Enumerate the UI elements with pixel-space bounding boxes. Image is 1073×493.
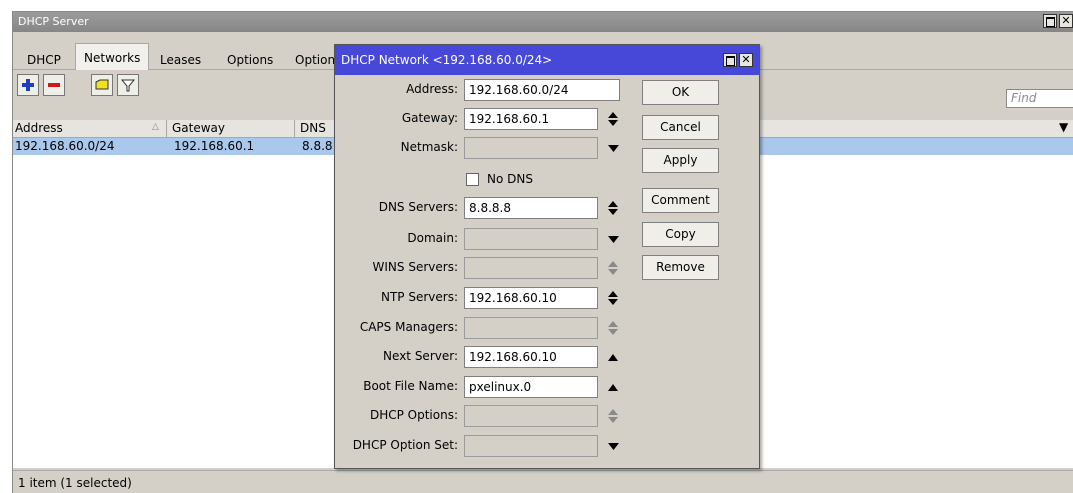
boot-file-name-label: Boot File Name: bbox=[363, 379, 458, 393]
no-dns-checkbox[interactable] bbox=[466, 173, 479, 186]
dialog-titlebar[interactable]: DHCP Network <192.168.60.0/24> ✕ bbox=[335, 45, 759, 75]
caps-managers-field[interactable] bbox=[464, 317, 598, 339]
window-titlebar[interactable]: DHCP Server ✕ bbox=[13, 12, 1073, 32]
dns-servers-updown-icon[interactable] bbox=[607, 201, 619, 215]
sort-icon: △ bbox=[152, 122, 159, 132]
remove-icon bbox=[48, 83, 60, 87]
no-dns-label: No DNS bbox=[487, 172, 533, 186]
next-server-field[interactable]: 192.168.60.10 bbox=[464, 346, 598, 368]
netmask-field[interactable] bbox=[464, 137, 598, 159]
comment-icon bbox=[95, 79, 109, 90]
boot-file-name-row: Boot File Name: pxelinux.0 bbox=[335, 376, 635, 398]
comment-button[interactable] bbox=[91, 74, 113, 96]
next-server-label: Next Server: bbox=[383, 349, 458, 363]
dhcp-option-set-field[interactable] bbox=[464, 435, 598, 457]
apply-button[interactable]: Apply bbox=[642, 148, 719, 173]
column-dns[interactable]: DNS bbox=[300, 121, 326, 135]
netmask-label: Netmask: bbox=[400, 140, 458, 154]
comment-button[interactable]: Comment bbox=[642, 188, 719, 213]
dns-servers-row: DNS Servers: 8.8.8.8 bbox=[335, 197, 635, 219]
add-button[interactable] bbox=[17, 74, 39, 96]
dhcp-options-label: DHCP Options: bbox=[369, 408, 458, 422]
ntp-servers-row: NTP Servers: 192.168.60.10 bbox=[335, 287, 635, 309]
dns-servers-label: DNS Servers: bbox=[378, 200, 458, 214]
tab-leases[interactable]: Leases bbox=[152, 47, 209, 69]
caps-managers-updown-icon[interactable] bbox=[607, 321, 619, 335]
ntp-servers-updown-icon[interactable] bbox=[607, 291, 619, 305]
window-title: DHCP Server bbox=[18, 15, 89, 28]
remove-button[interactable]: Remove bbox=[642, 255, 719, 280]
tab-options[interactable]: Options bbox=[219, 47, 281, 69]
tab-networks[interactable]: Networks bbox=[75, 43, 150, 70]
column-gateway[interactable]: Gateway bbox=[172, 121, 225, 135]
gateway-field[interactable]: 192.168.60.1 bbox=[464, 108, 598, 130]
cancel-button[interactable]: Cancel bbox=[642, 115, 719, 140]
next-server-row: Next Server: 192.168.60.10 bbox=[335, 346, 635, 368]
caps-managers-label: CAPS Managers: bbox=[359, 320, 458, 334]
no-dns-row: No DNS bbox=[335, 169, 635, 191]
copy-button[interactable]: Copy bbox=[642, 222, 719, 247]
netmask-dropdown-icon[interactable] bbox=[607, 141, 619, 155]
columns-dropdown-icon[interactable]: ▼ bbox=[1059, 120, 1068, 134]
cell-address: 192.168.60.0/24 bbox=[15, 139, 115, 153]
dialog-close-icon[interactable]: ✕ bbox=[739, 53, 753, 67]
cell-dns: 8.8.8 bbox=[302, 139, 333, 153]
add-icon bbox=[22, 79, 34, 91]
domain-field[interactable] bbox=[464, 228, 598, 250]
address-field[interactable]: 192.168.60.0/24 bbox=[464, 79, 620, 101]
ok-button[interactable]: OK bbox=[642, 80, 719, 105]
gateway-label: Gateway: bbox=[401, 111, 458, 125]
caps-managers-row: CAPS Managers: bbox=[335, 317, 635, 339]
dns-servers-field[interactable]: 8.8.8.8 bbox=[464, 197, 598, 219]
domain-dropdown-icon[interactable] bbox=[607, 232, 619, 246]
wins-servers-label: WINS Servers: bbox=[372, 260, 458, 274]
domain-row: Domain: bbox=[335, 228, 635, 250]
dhcp-options-updown-icon[interactable] bbox=[607, 409, 619, 423]
gateway-updown-icon[interactable] bbox=[607, 112, 619, 126]
boot-file-name-collapse-icon[interactable] bbox=[607, 380, 619, 394]
address-row: Address: 192.168.60.0/24 bbox=[335, 79, 635, 101]
netmask-row: Netmask: bbox=[335, 137, 635, 159]
tab-dhcp[interactable]: DHCP bbox=[19, 47, 69, 69]
address-label: Address: bbox=[406, 82, 458, 96]
remove-button[interactable] bbox=[43, 74, 65, 96]
dhcp-option-set-dropdown-icon[interactable] bbox=[607, 439, 619, 453]
ntp-servers-label: NTP Servers: bbox=[380, 290, 458, 304]
dhcp-options-row: DHCP Options: bbox=[335, 405, 635, 427]
column-address[interactable]: Address bbox=[15, 121, 63, 135]
dhcp-option-set-label: DHCP Option Set: bbox=[352, 438, 458, 452]
domain-label: Domain: bbox=[407, 231, 458, 245]
filter-icon bbox=[121, 79, 135, 92]
dhcp-option-set-row: DHCP Option Set: bbox=[335, 435, 635, 457]
next-server-collapse-icon[interactable] bbox=[607, 350, 619, 364]
find-input[interactable]: Find bbox=[1006, 89, 1073, 108]
maximize-icon[interactable] bbox=[1043, 14, 1057, 28]
wins-servers-field[interactable] bbox=[464, 257, 598, 279]
dhcp-options-field[interactable] bbox=[464, 405, 598, 427]
dhcp-network-dialog: DHCP Network <192.168.60.0/24> ✕ Address… bbox=[334, 44, 760, 469]
boot-file-name-field[interactable]: pxelinux.0 bbox=[464, 376, 598, 398]
cell-gateway: 192.168.60.1 bbox=[174, 139, 255, 153]
dialog-maximize-icon[interactable] bbox=[723, 53, 737, 67]
wins-servers-updown-icon[interactable] bbox=[607, 261, 619, 275]
filter-button[interactable] bbox=[117, 74, 139, 96]
status-bar: 1 item (1 selected) bbox=[13, 470, 1073, 493]
wins-servers-row: WINS Servers: bbox=[335, 257, 635, 279]
status-text: 1 item (1 selected) bbox=[18, 476, 132, 490]
gateway-row: Gateway: 192.168.60.1 bbox=[335, 108, 635, 130]
ntp-servers-field[interactable]: 192.168.60.10 bbox=[464, 287, 598, 309]
close-icon[interactable]: ✕ bbox=[1059, 14, 1073, 28]
dialog-title: DHCP Network <192.168.60.0/24> bbox=[341, 53, 553, 67]
